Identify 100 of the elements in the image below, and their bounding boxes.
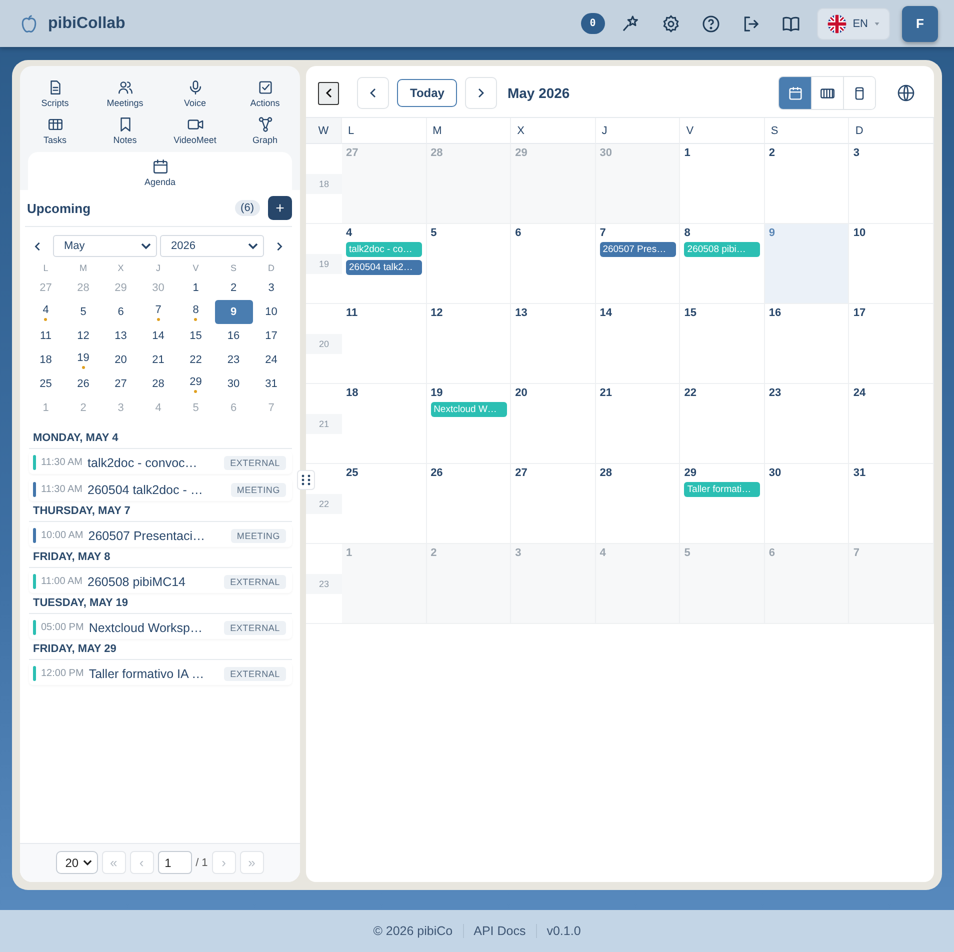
page-size-select[interactable]: 20: [56, 851, 98, 874]
day-heading: THURSDAY, MAY 7: [29, 505, 292, 522]
agenda-item[interactable]: 05:00 PM Nextcloud Worksp… EXTERNAL: [29, 616, 292, 639]
day-button[interactable]: 28: [148, 376, 168, 392]
day-button[interactable]: 31: [261, 376, 282, 392]
user-avatar[interactable]: F: [902, 6, 938, 42]
day-button[interactable]: 25: [36, 376, 56, 392]
day-cell[interactable]: 16: [764, 304, 850, 384]
day-button[interactable]: 4: [38, 303, 53, 318]
day-cell[interactable]: 18: [342, 384, 427, 464]
day-cell[interactable]: 15: [680, 304, 765, 384]
day-cell[interactable]: 19 Nextcloud W…: [426, 384, 512, 464]
day-cell[interactable]: 12: [426, 304, 512, 384]
grid-icon: [46, 116, 64, 133]
day-cell[interactable]: 5: [426, 224, 512, 304]
day-cell[interactable]: 3: [849, 144, 934, 224]
notification-badge[interactable]: 0: [580, 13, 605, 34]
day-button[interactable]: 22: [186, 352, 206, 368]
day-cell[interactable]: 29 Taller formati…: [680, 464, 765, 544]
day-cell[interactable]: 17: [849, 304, 934, 384]
day-cell[interactable]: 1: [680, 144, 765, 224]
weekday-header: D: [849, 118, 934, 144]
day-button[interactable]: 24: [261, 352, 282, 368]
day-button[interactable]: 21: [148, 352, 168, 368]
day-heading: MONDAY, MAY 4: [29, 432, 292, 449]
nav-item[interactable]: Scripts: [20, 76, 90, 111]
day-button[interactable]: 18: [36, 352, 56, 368]
nav-item[interactable]: Voice: [160, 76, 230, 111]
day-cell[interactable]: 6: [511, 224, 596, 304]
day-button[interactable]: 9: [214, 300, 252, 324]
day-number: 18: [346, 387, 358, 399]
view-tab[interactable]: [843, 77, 875, 109]
day-cell[interactable]: 22: [680, 384, 765, 464]
day-button[interactable]: 16: [223, 328, 244, 344]
day-button[interactable]: 15: [186, 328, 206, 344]
day-button[interactable]: 19: [73, 351, 94, 366]
day-cell[interactable]: 13: [511, 304, 596, 384]
day-cell[interactable]: 21: [596, 384, 680, 464]
nav-item[interactable]: Notes: [90, 113, 160, 148]
day-number: 5: [430, 227, 437, 239]
day-button[interactable]: 26: [73, 376, 94, 392]
agenda-item[interactable]: 10:00 AM 260507 Presentaci… MEETING: [29, 524, 292, 547]
day-number: 22: [684, 387, 697, 399]
weekday-label: S: [229, 262, 238, 275]
app-name: pibiCollab: [48, 14, 126, 32]
agenda-item[interactable]: 11:30 AM talk2doc - convoc… EXTERNAL: [29, 451, 292, 474]
day-button[interactable]: 12: [73, 328, 94, 344]
nav-item[interactable]: VideoMeet: [160, 113, 230, 148]
day-cell[interactable]: 7 260507 Pres…: [596, 224, 680, 304]
event-chip[interactable]: 260504 talk2…: [346, 260, 422, 275]
language-button[interactable]: EN: [816, 8, 890, 40]
timezone-button[interactable]: [896, 83, 916, 103]
drag-handle-icon[interactable]: [297, 470, 315, 490]
nav-item[interactable]: Tasks: [20, 113, 90, 148]
day-button[interactable]: 29: [186, 375, 206, 390]
day-button[interactable]: 5: [76, 304, 90, 320]
week-number: 22: [306, 494, 342, 514]
day-button[interactable]: 13: [110, 328, 131, 344]
day-button[interactable]: 11: [36, 328, 56, 344]
day-button[interactable]: 10: [261, 304, 282, 320]
day-cell[interactable]: 14: [596, 304, 680, 384]
day-button[interactable]: 1: [188, 280, 203, 296]
add-button[interactable]: +: [268, 196, 292, 220]
day-button[interactable]: 6: [114, 304, 128, 320]
day-number: 3: [515, 547, 522, 559]
nav-item[interactable]: Meetings: [90, 76, 160, 111]
agenda-item[interactable]: 11:30 AM 260504 talk2doc - … MEETING: [29, 478, 292, 501]
nav-item[interactable]: Agenda: [28, 152, 292, 190]
day-button[interactable]: 2: [226, 280, 241, 296]
day-heading: TUESDAY, MAY 19: [29, 597, 292, 614]
api-docs-link[interactable]: API Docs: [474, 924, 526, 938]
view-tab[interactable]: [779, 77, 811, 109]
day-button[interactable]: 30: [223, 376, 244, 392]
nav-item[interactable]: Actions: [230, 76, 300, 111]
collapse-button[interactable]: [318, 82, 339, 104]
agenda-item[interactable]: 11:00 AM 260508 pibiMC14 EXTERNAL: [29, 570, 292, 593]
day-cell[interactable]: 24: [849, 384, 934, 464]
agenda-item[interactable]: 12:00 PM Taller formativo IA … EXTERNAL: [29, 662, 292, 685]
day-cell[interactable]: 4 talk2doc - co… 260504 talk2…: [342, 224, 427, 304]
day-cell[interactable]: 23: [764, 384, 850, 464]
day-number: 3: [853, 147, 860, 159]
day-button[interactable]: 20: [110, 352, 131, 368]
nav-item[interactable]: Graph: [230, 113, 300, 148]
today-button[interactable]: Today: [397, 79, 458, 107]
day-cell[interactable]: 8 260508 pibi…: [680, 224, 765, 304]
page-input[interactable]: 1: [158, 851, 192, 874]
day-button[interactable]: 14: [148, 328, 168, 344]
day-button[interactable]: 17: [261, 328, 282, 344]
day-cell[interactable]: 11: [342, 304, 427, 384]
day-button[interactable]: 23: [223, 352, 244, 368]
day-button[interactable]: 3: [264, 280, 278, 296]
day-button[interactable]: 8: [188, 303, 203, 318]
month-select[interactable]: May: [53, 235, 157, 257]
day-button[interactable]: 27: [110, 376, 131, 392]
event-chip[interactable]: 260507 Pres…: [600, 242, 676, 257]
people-icon: [116, 79, 134, 96]
day-button[interactable]: 7: [151, 303, 166, 318]
year-select[interactable]: 2026: [160, 235, 264, 257]
day-cell[interactable]: 10: [849, 224, 934, 304]
day-cell[interactable]: 20: [511, 384, 596, 464]
